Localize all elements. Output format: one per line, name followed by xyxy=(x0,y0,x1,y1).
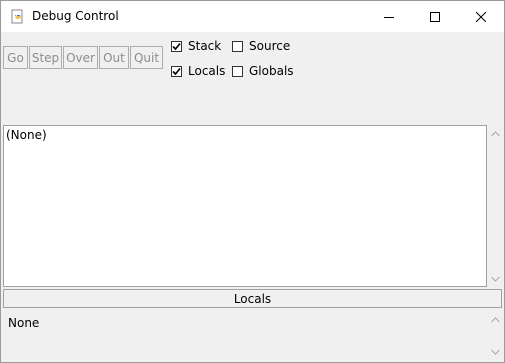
source-checkbox-box[interactable] xyxy=(232,40,243,52)
stack-checkbox[interactable]: Stack xyxy=(171,39,221,53)
stack-checkbox-box[interactable] xyxy=(171,40,182,52)
checkmark-icon xyxy=(172,67,181,75)
source-checkbox[interactable]: Source xyxy=(232,39,290,53)
globals-checkbox-box[interactable] xyxy=(232,65,243,77)
locals-checkbox-label: Locals xyxy=(188,64,226,78)
stack-scrollbar[interactable] xyxy=(487,125,504,287)
stack-list-item[interactable]: (None) xyxy=(6,128,47,142)
locals-checkbox[interactable]: Locals xyxy=(171,64,225,78)
locals-header: Locals xyxy=(3,289,502,308)
step-button[interactable]: Step xyxy=(29,46,62,69)
title-bar[interactable]: Debug Control xyxy=(1,1,504,32)
scroll-up-icon xyxy=(491,317,500,323)
scroll-up-icon xyxy=(491,131,500,137)
debug-control-window: Debug Control Go Step Over Out Quit Stac… xyxy=(0,0,505,363)
checkmark-icon xyxy=(172,42,181,50)
globals-checkbox[interactable]: Globals xyxy=(232,64,294,78)
locals-value: None xyxy=(8,316,40,330)
globals-checkbox-label: Globals xyxy=(249,64,294,78)
quit-button[interactable]: Quit xyxy=(130,46,163,69)
out-button[interactable]: Out xyxy=(99,46,129,69)
window-title: Debug Control xyxy=(32,9,119,23)
stack-list[interactable]: (None) xyxy=(3,125,487,287)
maximize-icon xyxy=(430,11,440,22)
minimize-button[interactable] xyxy=(366,1,412,32)
close-button[interactable] xyxy=(458,1,504,32)
scroll-down-icon xyxy=(491,349,500,355)
python-app-icon xyxy=(10,9,26,25)
stack-checkbox-label: Stack xyxy=(188,39,222,53)
scroll-down-icon xyxy=(491,276,500,282)
locals-list[interactable]: None xyxy=(3,311,487,361)
go-button[interactable]: Go xyxy=(3,46,28,69)
close-icon xyxy=(476,11,486,22)
locals-checkbox-box[interactable] xyxy=(171,65,182,77)
maximize-button[interactable] xyxy=(412,1,458,32)
source-checkbox-label: Source xyxy=(249,39,291,53)
locals-scrollbar[interactable] xyxy=(487,311,504,361)
over-button[interactable]: Over xyxy=(63,46,98,69)
minimize-icon xyxy=(384,16,394,18)
